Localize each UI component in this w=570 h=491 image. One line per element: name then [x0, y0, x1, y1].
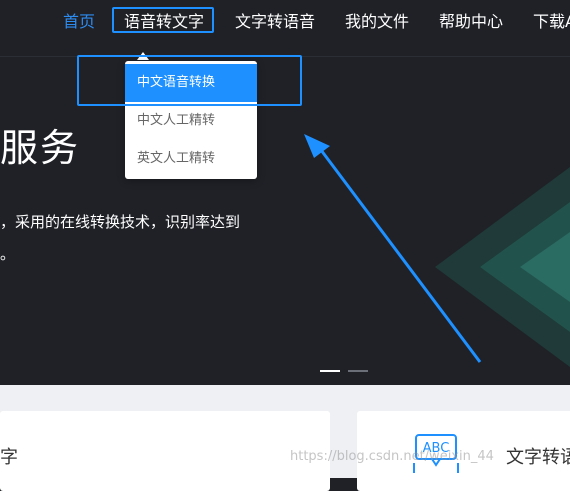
watermark: https://blog.csdn.net/weixin_44: [290, 449, 494, 464]
feature-card-title: 文字转语: [506, 447, 570, 468]
feature-card-title: 字: [0, 447, 18, 468]
feature-section: [0, 385, 570, 491]
feature-card[interactable]: [0, 411, 330, 491]
